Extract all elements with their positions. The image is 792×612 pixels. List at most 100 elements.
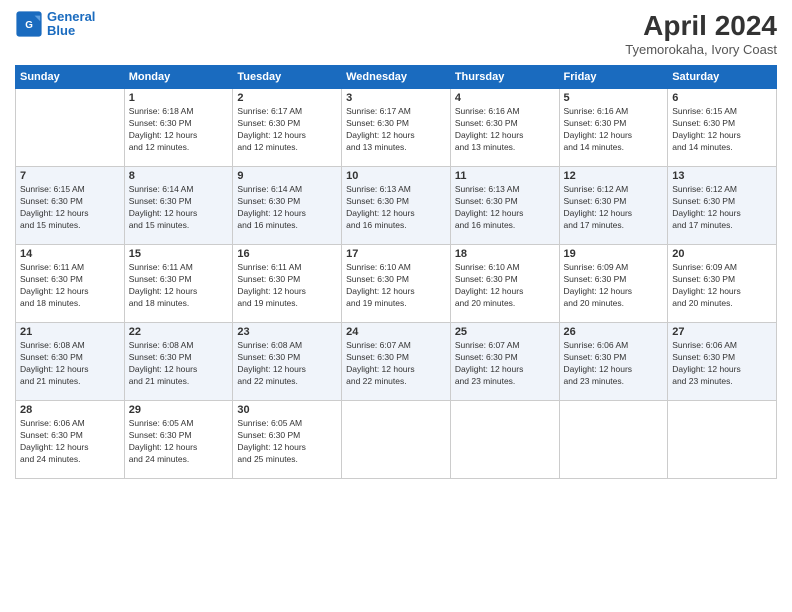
day-number: 14 — [20, 248, 120, 260]
day-number: 16 — [237, 248, 337, 260]
day-info: Sunrise: 6:05 AM Sunset: 6:30 PM Dayligh… — [237, 418, 337, 466]
table-cell: 18Sunrise: 6:10 AM Sunset: 6:30 PM Dayli… — [450, 245, 559, 323]
table-cell: 22 Sunrise: 6:08 AM Sunset: 6:30 PM Dayli… — [124, 323, 233, 401]
day-info: Sunrise: 6:13 AM Sunset: 6:30 PM Dayligh… — [346, 184, 446, 232]
table-cell: 23 Sunrise: 6:08 AM Sunset: 6:30 PM Dayli… — [233, 323, 342, 401]
logo: G General Blue — [15, 10, 95, 39]
table-cell: 25Sunrise: 6:07 AM Sunset: 6:30 PM Dayli… — [450, 323, 559, 401]
day-number: 18 — [455, 248, 555, 260]
table-cell: 11Sunrise: 6:13 AM Sunset: 6:30 PM Dayli… — [450, 167, 559, 245]
location: Tyemorokaha, Ivory Coast — [625, 42, 777, 57]
table-cell: 20 Sunrise: 6:09 AM Sunset: 6:30 PM Dayli… — [668, 245, 777, 323]
table-cell: 1 Sunrise: 6:18 AM Sunset: 6:30 PM Daylig… — [124, 89, 233, 167]
table-cell — [559, 401, 668, 479]
day-info: Sunrise: 6:08 AM Sunset: 6:30 PM Dayligh… — [129, 340, 229, 388]
week-row-3: 21 Sunrise: 6:08 AM Sunset: 6:30 PM Dayli… — [16, 323, 777, 401]
day-info: Sunrise: 6:06 AM Sunset: 6:30 PM Dayligh… — [20, 418, 120, 466]
week-row-1: 7 Sunrise: 6:15 AM Sunset: 6:30 PM Daylig… — [16, 167, 777, 245]
day-number: 3 — [346, 92, 446, 104]
header: G General Blue April 2024 Tyemorokaha, I… — [15, 10, 777, 57]
table-cell: 14 Sunrise: 6:11 AM Sunset: 6:30 PM Dayli… — [16, 245, 125, 323]
day-info: Sunrise: 6:09 AM Sunset: 6:30 PM Dayligh… — [672, 262, 772, 310]
day-info: Sunrise: 6:09 AM Sunset: 6:30 PM Dayligh… — [564, 262, 664, 310]
table-cell: 30 Sunrise: 6:05 AM Sunset: 6:30 PM Dayli… — [233, 401, 342, 479]
month-title: April 2024 — [625, 10, 777, 42]
day-number: 22 — [129, 326, 229, 338]
col-sunday: Sunday — [16, 66, 125, 89]
logo-icon: G — [15, 10, 43, 38]
table-cell: 2 Sunrise: 6:17 AM Sunset: 6:30 PM Daylig… — [233, 89, 342, 167]
table-cell: 26 Sunrise: 6:06 AM Sunset: 6:30 PM Dayli… — [559, 323, 668, 401]
col-wednesday: Wednesday — [342, 66, 451, 89]
day-number: 21 — [20, 326, 120, 338]
day-number: 7 — [20, 170, 120, 182]
day-info: Sunrise: 6:11 AM Sunset: 6:30 PM Dayligh… — [237, 262, 337, 310]
day-number: 25 — [455, 326, 555, 338]
day-number: 10 — [346, 170, 446, 182]
day-number: 12 — [564, 170, 664, 182]
day-number: 30 — [237, 404, 337, 416]
day-number: 19 — [564, 248, 664, 260]
day-number: 29 — [129, 404, 229, 416]
week-row-4: 28 Sunrise: 6:06 AM Sunset: 6:30 PM Dayli… — [16, 401, 777, 479]
day-number: 1 — [129, 92, 229, 104]
day-number: 23 — [237, 326, 337, 338]
day-number: 26 — [564, 326, 664, 338]
day-info: Sunrise: 6:11 AM Sunset: 6:30 PM Dayligh… — [20, 262, 120, 310]
day-info: Sunrise: 6:15 AM Sunset: 6:30 PM Dayligh… — [20, 184, 120, 232]
day-number: 28 — [20, 404, 120, 416]
day-number: 17 — [346, 248, 446, 260]
svg-text:G: G — [25, 20, 33, 31]
col-thursday: Thursday — [450, 66, 559, 89]
day-info: Sunrise: 6:08 AM Sunset: 6:30 PM Dayligh… — [237, 340, 337, 388]
day-info: Sunrise: 6:16 AM Sunset: 6:30 PM Dayligh… — [455, 106, 555, 154]
week-row-2: 14 Sunrise: 6:11 AM Sunset: 6:30 PM Dayli… — [16, 245, 777, 323]
title-block: April 2024 Tyemorokaha, Ivory Coast — [625, 10, 777, 57]
table-cell: 8 Sunrise: 6:14 AM Sunset: 6:30 PM Daylig… — [124, 167, 233, 245]
col-tuesday: Tuesday — [233, 66, 342, 89]
table-cell: 19 Sunrise: 6:09 AM Sunset: 6:30 PM Dayli… — [559, 245, 668, 323]
day-info: Sunrise: 6:13 AM Sunset: 6:30 PM Dayligh… — [455, 184, 555, 232]
day-number: 9 — [237, 170, 337, 182]
day-info: Sunrise: 6:16 AM Sunset: 6:30 PM Dayligh… — [564, 106, 664, 154]
table-cell: 15Sunrise: 6:11 AM Sunset: 6:30 PM Dayli… — [124, 245, 233, 323]
header-row: Sunday Monday Tuesday Wednesday Thursday… — [16, 66, 777, 89]
day-number: 6 — [672, 92, 772, 104]
table-cell: 28 Sunrise: 6:06 AM Sunset: 6:30 PM Dayli… — [16, 401, 125, 479]
table-cell: 13Sunrise: 6:12 AM Sunset: 6:30 PM Dayli… — [668, 167, 777, 245]
table-cell: 9Sunrise: 6:14 AM Sunset: 6:30 PM Daylig… — [233, 167, 342, 245]
table-cell: 12Sunrise: 6:12 AM Sunset: 6:30 PM Dayli… — [559, 167, 668, 245]
table-cell: 17 Sunrise: 6:10 AM Sunset: 6:30 PM Dayli… — [342, 245, 451, 323]
table-cell — [668, 401, 777, 479]
table-cell: 10 Sunrise: 6:13 AM Sunset: 6:30 PM Dayli… — [342, 167, 451, 245]
day-info: Sunrise: 6:14 AM Sunset: 6:30 PM Dayligh… — [129, 184, 229, 232]
table-cell: 29 Sunrise: 6:05 AM Sunset: 6:30 PM Dayli… — [124, 401, 233, 479]
table-cell — [450, 401, 559, 479]
day-number: 20 — [672, 248, 772, 260]
day-info: Sunrise: 6:05 AM Sunset: 6:30 PM Dayligh… — [129, 418, 229, 466]
day-number: 8 — [129, 170, 229, 182]
table-cell: 3 Sunrise: 6:17 AM Sunset: 6:30 PM Daylig… — [342, 89, 451, 167]
day-info: Sunrise: 6:12 AM Sunset: 6:30 PM Dayligh… — [672, 184, 772, 232]
day-info: Sunrise: 6:17 AM Sunset: 6:30 PM Dayligh… — [346, 106, 446, 154]
day-info: Sunrise: 6:15 AM Sunset: 6:30 PM Dayligh… — [672, 106, 772, 154]
day-number: 4 — [455, 92, 555, 104]
calendar-table: Sunday Monday Tuesday Wednesday Thursday… — [15, 65, 777, 479]
day-info: Sunrise: 6:10 AM Sunset: 6:30 PM Dayligh… — [346, 262, 446, 310]
table-cell: 16 Sunrise: 6:11 AM Sunset: 6:30 PM Dayli… — [233, 245, 342, 323]
table-cell: 7 Sunrise: 6:15 AM Sunset: 6:30 PM Daylig… — [16, 167, 125, 245]
table-cell: 5 Sunrise: 6:16 AM Sunset: 6:30 PM Daylig… — [559, 89, 668, 167]
day-info: Sunrise: 6:18 AM Sunset: 6:30 PM Dayligh… — [129, 106, 229, 154]
day-number: 2 — [237, 92, 337, 104]
table-cell: 6 Sunrise: 6:15 AM Sunset: 6:30 PM Daylig… — [668, 89, 777, 167]
table-cell: 21Sunrise: 6:08 AM Sunset: 6:30 PM Dayli… — [16, 323, 125, 401]
day-number: 5 — [564, 92, 664, 104]
table-cell — [342, 401, 451, 479]
day-number: 27 — [672, 326, 772, 338]
day-info: Sunrise: 6:17 AM Sunset: 6:30 PM Dayligh… — [237, 106, 337, 154]
day-number: 15 — [129, 248, 229, 260]
day-number: 24 — [346, 326, 446, 338]
day-info: Sunrise: 6:06 AM Sunset: 6:30 PM Dayligh… — [564, 340, 664, 388]
table-cell: 27Sunrise: 6:06 AM Sunset: 6:30 PM Dayli… — [668, 323, 777, 401]
week-row-0: 1 Sunrise: 6:18 AM Sunset: 6:30 PM Daylig… — [16, 89, 777, 167]
